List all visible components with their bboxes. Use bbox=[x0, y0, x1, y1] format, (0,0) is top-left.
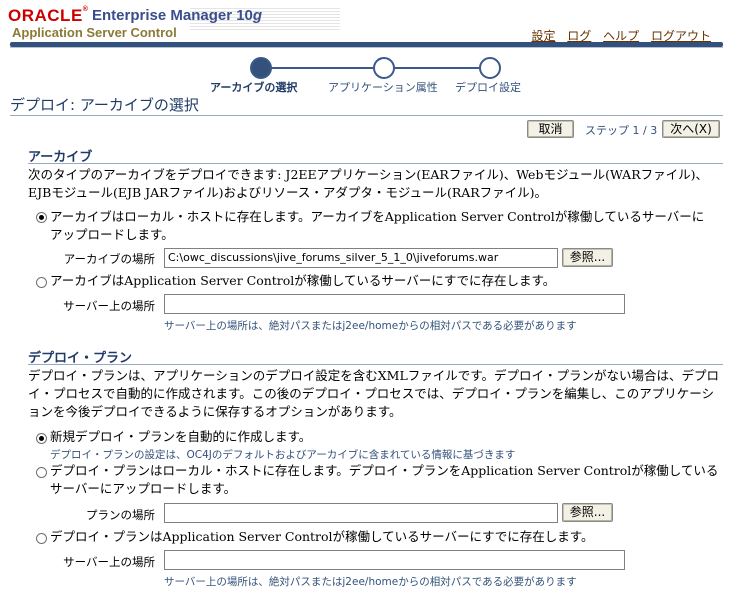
next-button[interactable]: 次へ(X) bbox=[662, 120, 720, 138]
logout-link[interactable]: ログアウト bbox=[651, 29, 711, 43]
train-stop-application-attributes bbox=[373, 57, 395, 79]
plan-server-location-label: サーバー上の場所 bbox=[63, 555, 155, 569]
archive-server-location-label: サーバー上の場所 bbox=[63, 299, 155, 313]
step-indicator: ステップ 1 / 3 bbox=[585, 124, 658, 137]
train-connector bbox=[394, 67, 480, 69]
plan-location-input[interactable] bbox=[164, 503, 558, 523]
plan-auto-radio[interactable] bbox=[36, 433, 47, 444]
help-link[interactable]: ヘルプ bbox=[603, 29, 639, 43]
archive-server-hint: サーバー上の場所は、絶対パスまたはj2ee/homeからの相対パスである必要があ… bbox=[164, 320, 577, 332]
plan-server-label: デプロイ・プランはApplication Server Controlが稼働して… bbox=[50, 529, 594, 544]
train-stop-select-archive bbox=[250, 57, 272, 79]
archive-local-radio[interactable] bbox=[36, 212, 47, 223]
oracle-logo: ORACLE® bbox=[8, 6, 89, 25]
plan-server-radio[interactable] bbox=[36, 533, 47, 544]
plan-server-location-input[interactable] bbox=[164, 550, 625, 570]
train-connector bbox=[270, 67, 374, 69]
plan-local-radio[interactable] bbox=[36, 467, 47, 478]
plan-description: デプロイ・プランは、アプリケーションのデプロイ設定を含むXMLファイルです。デプ… bbox=[28, 368, 720, 419]
plan-local-label: デプロイ・プランはローカル・ホストに存在します。デプロイ・プランをApplica… bbox=[50, 463, 719, 496]
title-rule bbox=[10, 115, 723, 116]
plan-auto-hint: デプロイ・プランの設定は、OC4Jのデフォルトおよびアーカイブに含まれている情報… bbox=[50, 449, 516, 461]
archive-browse-button[interactable]: 参照... bbox=[562, 248, 613, 267]
cancel-button[interactable]: 取消 bbox=[527, 120, 574, 138]
logs-link[interactable]: ログ bbox=[567, 29, 591, 43]
plan-auto-label: 新規デプロイ・プランを自動的に作成します。 bbox=[50, 429, 312, 444]
archive-rule bbox=[28, 163, 723, 164]
train-label-select-archive: アーカイブの選択 bbox=[210, 81, 298, 94]
header-rule-secondary bbox=[10, 47, 723, 48]
train-label-application-attributes: アプリケーション属性 bbox=[328, 81, 438, 94]
archive-server-label: アーカイブはApplication Server Controlが稼働しているサ… bbox=[50, 273, 556, 288]
archive-location-input[interactable]: C:\owc_discussions\jive_forums_silver_5_… bbox=[164, 248, 558, 268]
archive-local-label: アーカイブはローカル・ホストに存在します。アーカイブをApplication S… bbox=[50, 209, 705, 242]
archive-server-location-input[interactable] bbox=[164, 294, 625, 314]
plan-server-hint: サーバー上の場所は、絶対パスまたはj2ee/homeからの相対パスである必要があ… bbox=[164, 576, 577, 588]
train-stop-deploy-settings bbox=[479, 57, 501, 79]
product-name: Enterprise Manager 10g bbox=[92, 7, 263, 24]
plan-location-label: プランの場所 bbox=[86, 508, 155, 522]
plan-rule bbox=[28, 364, 723, 365]
archive-location-label: アーカイブの場所 bbox=[63, 252, 155, 266]
archive-server-radio[interactable] bbox=[36, 277, 47, 288]
plan-browse-button[interactable]: 参照... bbox=[562, 503, 613, 522]
archive-description: 次のタイプのアーカイブをデプロイできます: J2EEアプリケーション(EARファ… bbox=[28, 167, 708, 200]
product-subtitle: Application Server Control bbox=[12, 25, 177, 40]
settings-link[interactable]: 設定 bbox=[531, 29, 555, 43]
page-title: デプロイ: アーカイブの選択 bbox=[10, 96, 199, 114]
train-label-deploy-settings: デプロイ設定 bbox=[455, 81, 521, 94]
